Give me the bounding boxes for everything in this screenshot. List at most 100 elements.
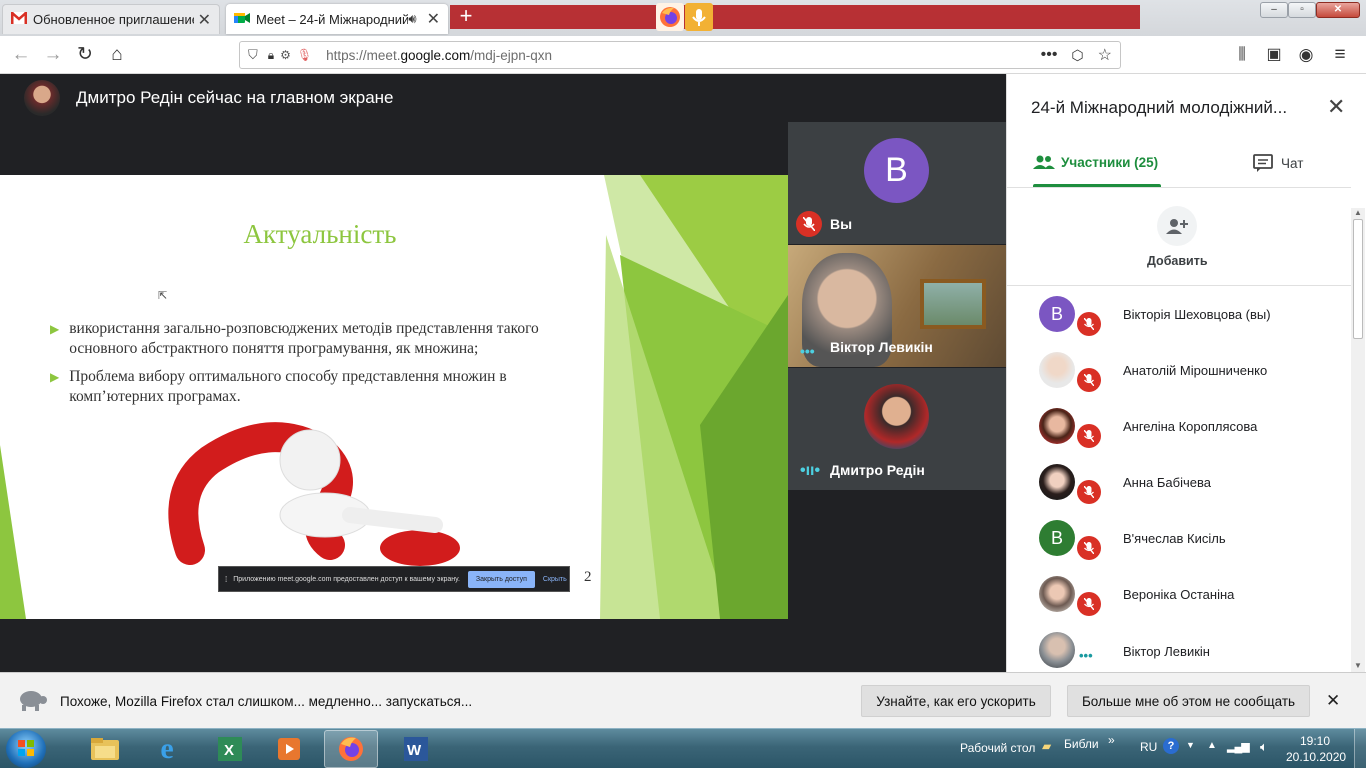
dont-show-again-button[interactable]: Больше мне об этом не сообщать [1067,685,1310,717]
mic-permission-icon[interactable]: 🎙︎ [297,48,312,62]
mic-off-icon [1077,480,1101,504]
stop-sharing-button[interactable]: Закрыть доступ [467,570,535,588]
tab-strip: Обновленное приглашение: ✕ Meet – 24-й М… [0,0,1366,36]
desktop-toolbar-label[interactable]: Рабочий стол [960,741,1035,755]
speaking-indicator-icon: •ıı• [800,462,821,479]
library-toolbar-label[interactable]: Библи [1064,737,1099,751]
participant-name: Анна Бабічева [1123,474,1211,490]
clock-date[interactable]: 20.10.2020 [1286,750,1346,764]
internet-explorer-icon[interactable]: e [140,730,194,768]
help-icon[interactable]: ? [1163,738,1179,754]
language-indicator[interactable]: RU [1140,740,1157,754]
close-tab-icon[interactable]: ✕ [427,9,440,29]
participant-row[interactable]: В В'ячеслав Кисіль [1007,510,1351,566]
participant-name: Віктор Левикін [1123,644,1210,659]
file-explorer-icon[interactable] [78,730,132,768]
close-tab-icon[interactable]: ✕ [198,10,211,30]
svg-text:X: X [224,742,234,759]
tab-gmail[interactable]: Обновленное приглашение: ✕ [2,4,220,34]
new-tab-button[interactable]: + [454,5,478,29]
scroll-up-arrow-icon[interactable]: ▲ [1351,208,1365,217]
participant-tile-viktor[interactable]: ••• Віктор Левикін [788,245,1006,367]
add-person-icon [1157,206,1197,246]
forward-icon[interactable]: → [40,42,66,68]
sidebar-icon[interactable]: ▣ [1261,42,1287,68]
mic-off-icon [1077,592,1101,616]
page-actions-icon[interactable]: ••• [1041,46,1058,64]
participant-row[interactable]: Ангеліна Короплясова [1007,398,1351,454]
speaking-indicator-icon: ••• [1079,648,1093,663]
home-icon[interactable]: ⌂ [104,42,130,68]
excel-icon[interactable]: X [202,730,256,768]
show-desktop-button[interactable] [1354,729,1366,768]
mic-off-icon [1077,312,1101,336]
scroll-down-arrow-icon[interactable]: ▼ [1351,661,1365,670]
network-signal-icon[interactable]: ▂▄▆ [1227,740,1250,753]
participant-tile-dmytro[interactable]: •ıı• Дмитро Редін [788,368,1006,490]
scrollbar-thumb[interactable] [1353,219,1363,339]
hide-share-bar-button[interactable]: Скрыть [543,576,567,583]
notification-text: Похоже, Mozilla Firefox стал слишком... … [60,694,473,709]
slide-page-number: 2 [584,569,592,585]
bookmark-star-icon[interactable]: ☆ [1098,45,1112,65]
participant-row[interactable]: В Вікторія Шеховцова (вы) [1007,286,1351,342]
close-notification-icon[interactable]: ✕ [1326,691,1340,711]
speed-up-button[interactable]: Узнайте, как его ускорить [861,685,1051,717]
mic-off-icon [1077,536,1101,560]
url-bar[interactable]: ⛉ 🔒︎ ⚙ 🎙︎ https://meet.google.com/mdj-ej… [239,41,1121,69]
drag-handle-icon[interactable]: ⁞ [225,575,227,584]
participant-avatar [1039,632,1075,668]
participant-tile-self[interactable]: В Вы [788,122,1006,244]
close-window-button[interactable]: ✕ [1316,2,1360,18]
participant-row[interactable]: Анатолій Мірошниченко [1007,342,1351,398]
panel-title: 24-й Міжнародний молодіжний... [1031,98,1288,117]
participant-row[interactable]: ••• Віктор Левикін [1007,622,1351,670]
shield-icon[interactable]: ⛉ [248,47,258,63]
presenter-banner: Дмитро Редін сейчас на главном экране [0,74,788,122]
speaker-icon[interactable]: 🔊︎ [408,11,416,27]
library-icon[interactable]: ⫼ [1229,42,1255,68]
tab-chat[interactable]: Чат [1253,154,1303,172]
word-icon[interactable]: W [388,730,442,768]
minimize-button[interactable]: – [1260,2,1288,18]
close-panel-icon[interactable]: ✕ [1327,94,1345,120]
account-icon[interactable]: ◉ [1293,42,1319,68]
maximize-button[interactable]: ▫ [1288,2,1316,18]
tray-dropdown-icon[interactable]: ▼ [1186,740,1195,750]
show-hidden-icons-icon[interactable]: ▲ [1207,740,1217,751]
toolbar-expand-icon[interactable]: » [1108,733,1115,747]
video-painting [920,279,986,329]
presenter-avatar [24,80,60,116]
slide-bullet: ▶ використання загально-розповсюджених м… [50,319,590,359]
firefox-icon[interactable] [656,3,684,31]
slide-title: Актуальність [243,219,397,249]
microphone-icon[interactable] [685,3,713,31]
turtle-icon [16,685,48,718]
dmytro-avatar [864,384,929,449]
participant-name: Вікторія Шеховцова (вы) [1123,306,1271,322]
reload-icon[interactable]: ↻ [72,42,98,68]
volume-icon[interactable]: 🔈︎ [1260,739,1268,755]
back-icon[interactable]: ← [8,42,34,68]
participant-row[interactable]: Анна Бабічева [1007,454,1351,510]
permissions-icon[interactable]: ⚙ [280,48,291,62]
participant-name: В'ячеслав Кисіль [1123,530,1226,546]
panel-scrollbar[interactable]: ▲ ▼ [1351,208,1365,672]
bullet-arrow-icon: ▶ [50,322,60,336]
start-button[interactable] [6,730,46,768]
add-person-label: Добавить [1147,254,1208,268]
tab-participants[interactable]: Участники (25) [1033,154,1158,170]
svg-text:W: W [407,742,422,759]
mic-off-icon [1077,368,1101,392]
self-avatar: В [864,138,929,203]
pocket-icon[interactable]: ⬡ [1071,47,1083,64]
firefox-taskbar-icon[interactable] [324,730,378,768]
media-player-icon[interactable] [262,730,316,768]
clock-time[interactable]: 19:10 [1300,734,1330,748]
add-person-button[interactable]: Добавить [1147,206,1208,268]
question-mark-figure [168,422,460,566]
participant-row[interactable]: Вероніка Останіна [1007,566,1351,622]
menu-icon[interactable]: ≡ [1327,42,1353,68]
tab-meet[interactable]: Meet – 24-й Міжнародний 🔊︎ ✕ [226,4,448,34]
lock-icon[interactable]: 🔒︎ [268,48,274,63]
